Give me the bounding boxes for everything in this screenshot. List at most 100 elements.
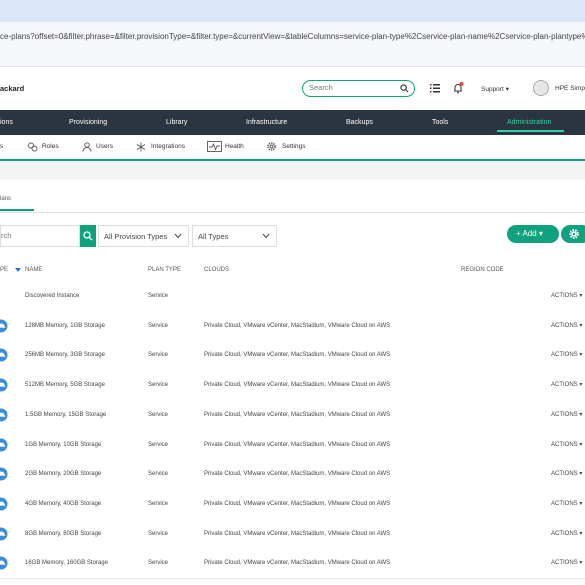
- col-region-code[interactable]: REGION CODE: [461, 267, 504, 273]
- add-plan-label: + Add ▾: [516, 229, 543, 238]
- table-row[interactable]: 2GB Memory, 20GB Storage Service Private C…: [0, 459, 585, 491]
- cloud-plan-icon: [0, 467, 8, 481]
- plan-type: Service: [148, 411, 169, 418]
- plan-name[interactable]: 8GB Memory, 80GB Storage: [25, 531, 101, 537]
- plan-clouds: Private Cloud, VMware vCenter, MacStadiu…: [204, 382, 391, 389]
- actions-menu[interactable]: ACTIONS ▾: [551, 441, 582, 448]
- subnav-item-integrations[interactable]: Integrations: [151, 143, 185, 150]
- plan-clouds: Private Cloud, VMware vCenter, MacStadiu…: [204, 322, 391, 329]
- cloud-plan-icon: [0, 556, 8, 570]
- search-icon[interactable]: [400, 84, 409, 93]
- table-row[interactable]: 16GB Memory, 160GB Storage Service Private…: [0, 548, 585, 580]
- global-search-input[interactable]: [309, 83, 397, 92]
- type-value: All Types: [198, 232, 229, 241]
- roles-icon: [28, 142, 38, 152]
- subnav-item-health[interactable]: Health: [225, 143, 244, 150]
- cloud-plan-icon: [0, 319, 8, 333]
- cloud-plan-icon: [0, 378, 8, 392]
- user-name[interactable]: HPE Simp: [555, 85, 585, 92]
- provision-type-value: All Provision Types: [104, 232, 168, 241]
- actions-menu[interactable]: ACTIONS ▾: [551, 530, 582, 537]
- plan-name[interactable]: 16GB Memory, 160GB Storage: [25, 560, 108, 566]
- plan-name[interactable]: Discovered Instance: [25, 293, 79, 299]
- col-plan-type[interactable]: PLAN TYPE: [148, 267, 181, 273]
- col-clouds[interactable]: CLOUDS: [204, 267, 229, 273]
- users-icon: [82, 142, 92, 152]
- plan-search-box[interactable]: [0, 225, 80, 247]
- actions-menu[interactable]: ACTIONS ▾: [551, 470, 582, 477]
- subnav-item-roles[interactable]: Roles: [42, 143, 59, 150]
- subnav-item-plans[interactable]: s: [0, 143, 3, 150]
- table-row[interactable]: 1GB Memory, 10GB Storage Service Private C…: [0, 429, 585, 461]
- actions-menu[interactable]: ACTIONS ▾: [551, 500, 582, 507]
- cloud-plan-icon: [0, 527, 8, 541]
- nav-item-library[interactable]: Library: [166, 119, 187, 126]
- table-row[interactable]: 1.5GB Memory, 15GB Storage Service Private…: [0, 399, 585, 431]
- plan-name[interactable]: 1GB Memory, 10GB Storage: [25, 442, 101, 448]
- table-row[interactable]: 512MB Memory, 5GB Storage Service Private …: [0, 370, 585, 402]
- cloud-plan-icon: [0, 348, 8, 362]
- table-row[interactable]: 256MB Memory, 3GB Storage Service Private …: [0, 340, 585, 372]
- plan-clouds: Private Cloud, VMware vCenter, MacStadiu…: [204, 500, 391, 507]
- col-name[interactable]: NAME: [25, 267, 42, 273]
- plan-name[interactable]: 512MB Memory, 5GB Storage: [25, 382, 105, 388]
- subnav-item-settings[interactable]: Settings: [282, 143, 306, 150]
- list-view-icon[interactable]: [430, 84, 440, 93]
- global-search[interactable]: [302, 80, 415, 97]
- plan-type: Service: [148, 293, 169, 299]
- nav-item-administration[interactable]: Administration: [507, 119, 551, 126]
- plan-type: Service: [148, 322, 169, 329]
- tab-row: lans: [0, 180, 585, 213]
- url-text[interactable]: ce-plans?offset=0&filter.phrase=&filter.…: [0, 32, 585, 41]
- subnav-item-users[interactable]: Users: [96, 143, 113, 150]
- chevron-down-icon: [174, 233, 182, 239]
- cloud-plan-icon: [0, 438, 8, 451]
- plan-name[interactable]: 2GB Memory, 20GB Storage: [25, 471, 101, 477]
- table-header: PE NAME PLAN TYPE CLOUDS REGION CODE: [0, 259, 585, 282]
- plan-search-input[interactable]: [1, 231, 71, 240]
- actions-menu[interactable]: ACTIONS ▾: [551, 292, 582, 299]
- address-bar[interactable]: ce-plans?offset=0&filter.phrase=&filter.…: [0, 22, 585, 67]
- actions-menu[interactable]: ACTIONS ▾: [551, 411, 582, 418]
- table-row[interactable]: 4GB Memory, 40GB Storage Service Private C…: [0, 488, 585, 520]
- plan-type: Service: [148, 500, 169, 507]
- nav-item-operations[interactable]: ions: [0, 119, 13, 126]
- plan-name[interactable]: 1.5GB Memory, 15GB Storage: [25, 412, 106, 418]
- plan-type: Service: [148, 382, 169, 389]
- sub-nav: s Roles Users Integrations Health Settin…: [0, 135, 585, 160]
- plan-type: Service: [148, 560, 169, 567]
- nav-item-infrastructure[interactable]: Infrastructure: [246, 119, 287, 126]
- plan-clouds: Private Cloud, VMware vCenter, MacStadiu…: [204, 530, 391, 537]
- sort-down-icon[interactable]: [15, 268, 21, 272]
- search-icon: [83, 231, 93, 241]
- nav-item-provisioning[interactable]: Provisioning: [69, 119, 107, 126]
- plan-type: Service: [148, 471, 169, 478]
- add-plan-button[interactable]: + Add ▾: [507, 225, 559, 243]
- cloud-plan-icon: [0, 497, 8, 511]
- provision-type-select[interactable]: All Provision Types: [98, 225, 189, 247]
- actions-menu[interactable]: ACTIONS ▾: [551, 322, 582, 329]
- col-type[interactable]: PE: [0, 267, 8, 273]
- table-row[interactable]: 8GB Memory, 80GB Storage Service Private C…: [0, 518, 585, 550]
- nav-item-backups[interactable]: Backups: [346, 119, 373, 126]
- actions-menu[interactable]: ACTIONS ▾: [551, 559, 582, 566]
- plan-search-button[interactable]: [80, 225, 96, 247]
- type-select[interactable]: All Types: [192, 225, 277, 247]
- settings-icon: [267, 142, 276, 151]
- tab-service-plans[interactable]: lans: [0, 196, 11, 202]
- plan-name[interactable]: 256MB Memory, 3GB Storage: [25, 352, 105, 358]
- plan-name[interactable]: 128MB Memory, 1GB Storage: [25, 323, 105, 329]
- table-row[interactable]: 128MB Memory, 1GB Storage Service Private …: [0, 310, 585, 342]
- avatar[interactable]: [533, 80, 549, 96]
- bell-icon[interactable]: [452, 82, 464, 94]
- actions-menu[interactable]: ACTIONS ▾: [551, 351, 582, 358]
- table-settings-button[interactable]: [561, 225, 585, 243]
- plan-type: Service: [148, 352, 169, 359]
- plan-clouds: Private Cloud, VMware vCenter, MacStadiu…: [204, 441, 391, 448]
- table-row[interactable]: Discovered Instance Service ACTIONS ▾: [0, 281, 585, 312]
- plan-name[interactable]: 4GB Memory, 40GB Storage: [25, 501, 101, 507]
- active-tab-indicator: [0, 209, 34, 211]
- support-menu[interactable]: Support ▾: [481, 85, 509, 93]
- nav-item-tools[interactable]: Tools: [432, 119, 448, 126]
- actions-menu[interactable]: ACTIONS ▾: [551, 381, 582, 388]
